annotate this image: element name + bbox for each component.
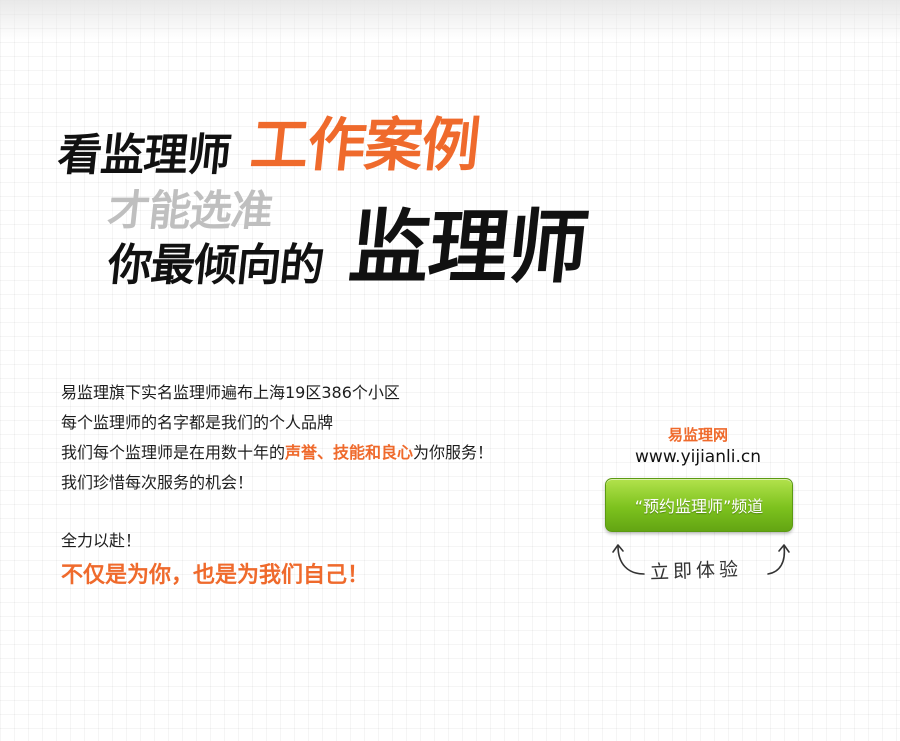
headline-line3-big: 监理师: [345, 201, 592, 294]
copy-line-3: 我们每个监理师是在用数十年的声誉、技能和良心为你服务！: [61, 438, 581, 468]
curved-arrow-up-right-icon: [767, 544, 790, 575]
site-url[interactable]: www.yijianli.cn: [604, 447, 792, 467]
curved-arrow-up-left-icon: [612, 544, 645, 575]
copy-line-3-emphasis: 声誉、技能和良心: [285, 443, 414, 462]
description-copy: 易监理旗下实名监理师遍布上海19区386个小区 每个监理师的名字都是我们的个人品…: [61, 378, 581, 594]
copy-line-4: 我们珍惜每次服务的机会！: [61, 473, 254, 492]
book-supervisor-button[interactable]: “预约监理师”频道: [605, 478, 793, 532]
copy-spacer: [61, 498, 581, 526]
slogan-small: 全力以赴！: [61, 531, 142, 550]
try-now-note: 立即体验: [604, 540, 804, 586]
cta-panel: 易监理网 www.yijianli.cn “预约监理师”频道 立即体验: [604, 424, 804, 584]
slogan-big: 不仅是为你，也是为我们自己！: [61, 563, 370, 588]
copy-line-3-post: 为你服务！: [413, 443, 494, 462]
headline-line1-accent: 工作案例: [247, 111, 483, 179]
headline: 看监理师 工作案例 才能选准 你最倾向的 监理师: [55, 111, 658, 312]
try-now-text: 立即体验: [649, 558, 743, 584]
brand-name: 易监理网: [667, 426, 728, 444]
promo-page: 看监理师 工作案例 才能选准 你最倾向的 监理师 易监理旗下实名监理师遍布上海1…: [0, 0, 900, 741]
copy-line-3-pre: 我们每个监理师是在用数十年的: [61, 443, 286, 462]
copy-line-2: 每个监理师的名字都是我们的个人品牌: [61, 413, 334, 432]
copy-line-1: 易监理旗下实名监理师遍布上海19区386个小区: [61, 383, 400, 402]
headline-line1-dark: 看监理师: [55, 130, 233, 181]
headline-line2: 才能选准: [105, 186, 275, 235]
headline-line3-dark: 你最倾向的: [105, 240, 326, 291]
